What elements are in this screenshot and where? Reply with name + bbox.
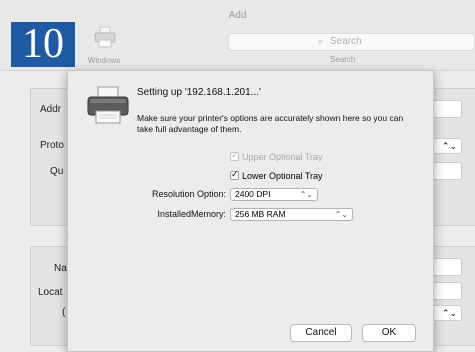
resolution-value: 2400 DPI [235,189,271,199]
memory-label: InstalledMemory: [157,209,226,219]
address-field[interactable] [432,100,462,118]
printer-icon [94,26,116,48]
upper-tray-option: Upper Optional Tray [230,150,323,163]
step-number-badge: 10 [11,22,75,67]
protocol-label: Proto [40,140,64,151]
protocol-popup[interactable]: ⌃⌄ [432,138,462,154]
location-label: Locat [38,287,63,298]
address-label: Addr [40,104,62,115]
sheet-description: Make sure your printer's options are acc… [137,113,404,134]
use-popup[interactable]: ⌃⌄ [432,305,462,321]
lower-tray-option[interactable]: Lower Optional Tray [230,169,323,182]
chevron-updown-icon: ⌃⌄ [299,190,313,199]
location-field[interactable] [432,282,462,300]
search-label: Search [330,55,356,64]
name-field[interactable] [432,258,462,276]
chevron-updown-icon: ⌃⌄ [334,210,348,219]
resolution-popup[interactable]: 2400 DPI ⌃⌄ [230,188,318,201]
printer-setup-sheet: Setting up '192.168.1.201...' Make sure … [67,70,434,352]
lower-tray-label: Lower Optional Tray [242,170,323,181]
ok-button[interactable]: OK [362,324,416,342]
queue-label: Qu [50,166,64,177]
resolution-label: Resolution Option: [151,189,226,199]
chevron-updown-icon: ⌃⌄ [441,308,457,318]
upper-tray-label: Upper Optional Tray [242,151,323,162]
windows-label: Windows [87,56,121,65]
printer-icon [87,86,129,124]
search-icon: ⌕ [318,36,324,46]
upper-tray-checkbox [230,150,239,162]
queue-field[interactable] [432,162,462,180]
window-title: Add [228,10,247,21]
lower-tray-checkbox[interactable] [230,169,239,181]
use-label: ( [62,307,66,318]
windows-toolbar-button[interactable]: Windows [84,26,124,66]
chevron-updown-icon: ⌃⌄ [441,141,457,151]
memory-popup[interactable]: 256 MB RAM ⌃⌄ [230,208,353,221]
sheet-title: Setting up '192.168.1.201...' [137,87,261,98]
memory-value: 256 MB RAM [235,209,286,219]
name-label: Na [54,263,67,274]
cancel-button[interactable]: Cancel [290,324,352,342]
search-placeholder: Search [330,36,362,47]
